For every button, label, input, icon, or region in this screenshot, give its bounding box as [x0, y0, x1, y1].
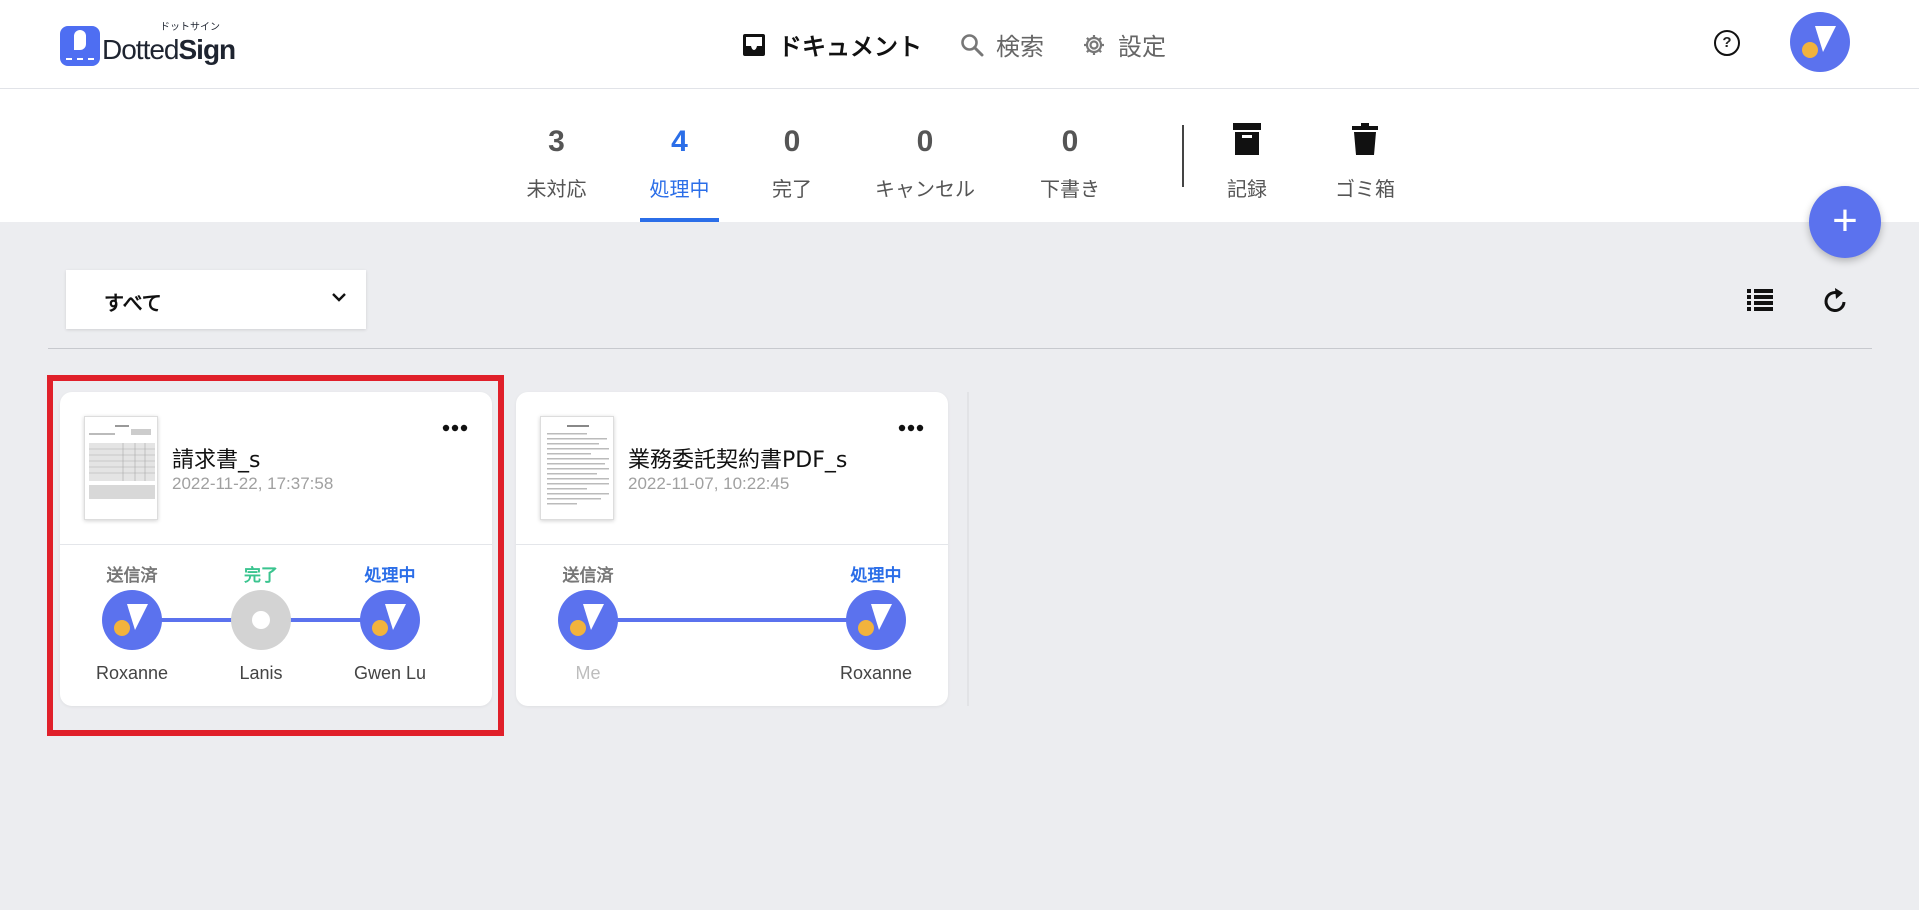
- signer-flow: 送信済 Roxanne 完了 Lanis 処理中 Gwen Lu: [60, 545, 492, 706]
- tab-drafts[interactable]: 0 下書き: [1028, 89, 1112, 222]
- signer-avatar[interactable]: [558, 590, 618, 650]
- signer-name: Lanis: [239, 663, 283, 683]
- top-bar: DottedSign ドットサイン ドキュメント 検索 設定 ?: [0, 0, 1919, 89]
- signer-avatar[interactable]: [360, 590, 420, 650]
- tab-drafts-count: 0: [1061, 125, 1079, 158]
- avatar-logo-icon: [858, 604, 892, 636]
- tab-archive[interactable]: 記録: [1217, 89, 1277, 222]
- tab-pending[interactable]: 3 未対応: [514, 89, 599, 222]
- inbox-icon: [743, 33, 765, 56]
- more-options-icon[interactable]: [442, 424, 468, 432]
- tab-in-progress-count: 4: [671, 125, 688, 158]
- document-date: 2022-11-07, 10:22:45: [628, 474, 790, 493]
- document-card-header: 業務委託契約書PDF_s 2022-11-07, 10:22:45: [516, 392, 948, 545]
- list-divider: [48, 348, 1872, 349]
- nav-settings-label: 設定: [1118, 33, 1166, 61]
- signer-status: 送信済: [562, 566, 614, 586]
- signer-name: Gwen Lu: [353, 663, 427, 683]
- dottedsign-logo[interactable]: DottedSign ドットサイン: [60, 20, 237, 66]
- logo-kana: ドットサイン: [160, 22, 220, 33]
- tab-in-progress[interactable]: 4 処理中: [640, 89, 719, 222]
- nav-documents[interactable]: ドキュメント: [742, 27, 922, 62]
- trash-icon: [1352, 123, 1378, 155]
- tab-archive-label: 記録: [1227, 177, 1267, 201]
- tab-in-progress-label: 処理中: [649, 177, 710, 201]
- signer-avatar[interactable]: [846, 590, 906, 650]
- refresh-icon[interactable]: [1822, 286, 1848, 314]
- document-date: 2022-11-22, 17:37:58: [172, 474, 334, 493]
- logo-text-dotted: Dotted: [102, 34, 179, 65]
- document-thumbnail: [84, 416, 158, 520]
- signer-name: Me: [575, 663, 601, 683]
- active-tab-underline: [640, 218, 719, 222]
- search-icon: [961, 33, 984, 56]
- tab-completed-count: 0: [783, 125, 801, 158]
- avatar-logo-icon: [570, 604, 604, 636]
- user-avatar[interactable]: [1790, 12, 1850, 72]
- tab-pending-label: 未対応: [526, 177, 587, 201]
- help-icon[interactable]: ?: [1714, 30, 1740, 56]
- tab-pending-count: 3: [548, 125, 565, 158]
- tab-cancelled-count: 0: [916, 125, 934, 158]
- tab-drafts-label: 下書き: [1040, 177, 1100, 201]
- logo-pen-icon: [60, 26, 100, 66]
- signer-status: 処理中: [364, 566, 416, 586]
- document-card[interactable]: 業務委託契約書PDF_s 2022-11-07, 10:22:45 送信済 Me…: [516, 392, 948, 706]
- status-tabs: 3 未対応 4 処理中 0 完了 0 キャンセル 0 下書き 記録 ゴミ箱: [0, 89, 1919, 222]
- tab-completed[interactable]: 0 完了: [752, 89, 832, 222]
- nav-search[interactable]: 検索: [960, 27, 1044, 62]
- tab-separator: [1182, 125, 1184, 187]
- signer-name: Roxanne: [95, 663, 169, 683]
- signer-name: Roxanne: [839, 663, 913, 683]
- tab-cancelled-label: キャンセル: [875, 177, 975, 201]
- signer-status: 処理中: [850, 566, 902, 586]
- nav-settings[interactable]: 設定: [1082, 27, 1166, 62]
- tab-completed-label: 完了: [772, 177, 812, 201]
- column-edge: [967, 392, 969, 706]
- document-title: 請求書_s: [172, 448, 261, 473]
- document-thumbnail: [540, 416, 614, 520]
- tab-trash[interactable]: ゴミ箱: [1328, 89, 1402, 222]
- tab-trash-label: ゴミ箱: [1335, 177, 1395, 201]
- gear-icon: [1084, 34, 1104, 55]
- tab-cancelled[interactable]: 0 キャンセル: [868, 89, 982, 222]
- avatar-logo-icon: [114, 604, 148, 636]
- logo-text-sign: Sign: [178, 34, 237, 65]
- document-title: 業務委託契約書PDF_s: [628, 448, 848, 473]
- chevron-down-icon: [332, 293, 346, 302]
- avatar-logo-icon: [1802, 26, 1836, 58]
- flow-line: [588, 618, 876, 622]
- archive-icon: [1233, 123, 1261, 155]
- signer-status: 送信済: [106, 566, 158, 586]
- invoice-preview-icon: [89, 425, 155, 499]
- signer-flow: 送信済 Me 処理中 Roxanne: [516, 545, 948, 706]
- main-nav: ドキュメント 検索 設定: [742, 0, 1204, 89]
- filter-dropdown[interactable]: すべて: [66, 270, 366, 329]
- filter-selected-value: すべて: [104, 291, 162, 315]
- add-document-button[interactable]: +: [1809, 186, 1881, 258]
- signer-avatar-default[interactable]: [231, 590, 291, 650]
- signer-status: 完了: [244, 566, 278, 586]
- contract-preview-icon: [547, 425, 609, 505]
- list-view-icon[interactable]: [1747, 289, 1773, 311]
- nav-documents-label: ドキュメント: [778, 33, 922, 61]
- avatar-logo-icon: [372, 604, 406, 636]
- nav-search-label: 検索: [996, 33, 1044, 61]
- document-card[interactable]: 請求書_s 2022-11-22, 17:37:58 送信済 Roxanne 完…: [60, 392, 492, 706]
- document-card-header: 請求書_s 2022-11-22, 17:37:58: [60, 392, 492, 545]
- more-options-icon[interactable]: [898, 424, 924, 432]
- signer-avatar[interactable]: [102, 590, 162, 650]
- logo-wordmark: DottedSign: [102, 34, 237, 65]
